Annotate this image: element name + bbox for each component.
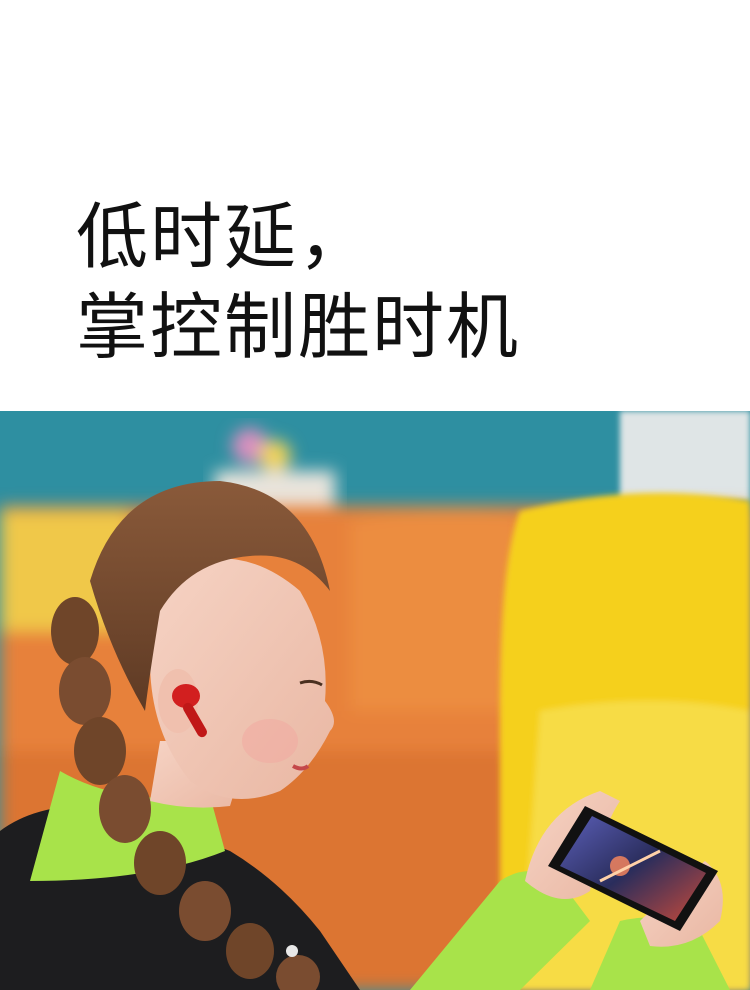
lifestyle-photo xyxy=(0,411,750,990)
headline-line-2: 掌控制胜时机 xyxy=(76,285,521,369)
window-light xyxy=(620,411,750,501)
headline: 低时延， 掌控制胜时机 xyxy=(76,192,520,372)
cheek-blush xyxy=(242,719,298,763)
headline-line-1: 低时延， xyxy=(76,195,373,279)
